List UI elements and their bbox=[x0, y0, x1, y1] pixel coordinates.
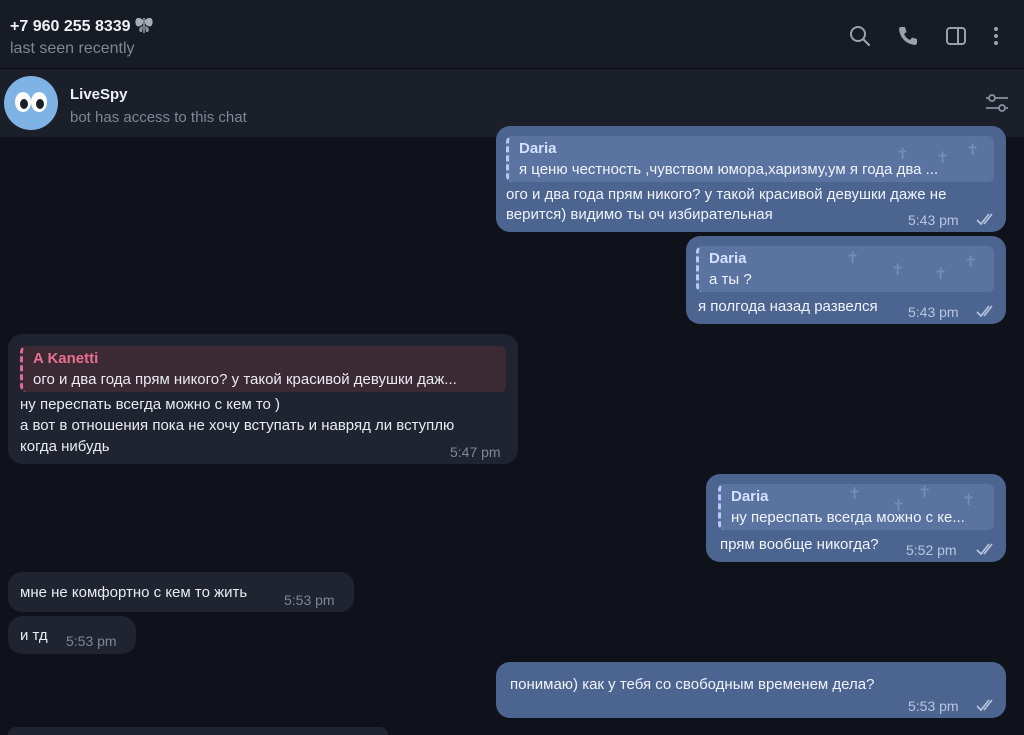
contact-name[interactable]: +7 960 255 8339 bbox=[10, 14, 155, 36]
message-bubble-incoming[interactable]: и тд 5:53 pm bbox=[8, 616, 136, 654]
cross-pattern-icon: ✝ bbox=[918, 484, 932, 501]
cross-pattern-icon: ✝ bbox=[846, 250, 860, 267]
reply-quote[interactable]: Daria а ты ? bbox=[696, 246, 994, 292]
butterfly-emoji-icon bbox=[134, 17, 153, 33]
message-time: 5:53 pm bbox=[66, 633, 117, 649]
message-time: 5:53 pm bbox=[908, 698, 959, 714]
message-bubble-incoming[interactable]: A Kanetti ого и два года прям никого? у … bbox=[8, 334, 518, 464]
double-check-icon bbox=[976, 213, 993, 226]
cross-pattern-icon: ✝ bbox=[848, 486, 862, 503]
double-check-icon bbox=[976, 305, 993, 318]
message-text: прям вообще никогда? bbox=[720, 536, 879, 553]
message-time: 5:52 pm bbox=[906, 542, 957, 558]
sidebar-toggle-icon[interactable] bbox=[944, 24, 968, 48]
more-icon[interactable] bbox=[984, 24, 1008, 48]
message-bubble-outgoing[interactable]: Daria а ты ? ✝ ✝ ✝ ✝ я полгода назад раз… bbox=[686, 236, 1006, 324]
message-text: ну переспать всегда можно с кем то ) bbox=[20, 396, 281, 413]
cross-pattern-icon: ✝ bbox=[892, 498, 906, 515]
cross-pattern-icon: ✝ bbox=[896, 146, 910, 163]
message-text: когда нибудь bbox=[20, 438, 110, 455]
message-time: 5:47 pm bbox=[450, 444, 501, 460]
contact-name-text: +7 960 255 8339 bbox=[10, 18, 131, 35]
reply-quote[interactable]: A Kanetti ого и два года прям никого? у … bbox=[20, 346, 506, 392]
double-check-icon bbox=[976, 543, 993, 556]
cross-pattern-icon: ✝ bbox=[962, 492, 976, 509]
cross-pattern-icon: ✝ bbox=[891, 262, 905, 279]
double-check-icon bbox=[976, 699, 993, 712]
message-bubble-incoming[interactable]: мне не комфортно с кем то жить 5:53 pm bbox=[8, 572, 354, 612]
reply-author: A Kanetti bbox=[33, 350, 99, 367]
cross-pattern-icon: ✝ bbox=[936, 150, 950, 167]
reply-quote[interactable]: Daria я ценю честность ,чувством юмора,х… bbox=[506, 136, 994, 182]
chat-header: +7 960 255 8339 last seen recently bbox=[0, 0, 1024, 69]
message-time: 5:43 pm bbox=[908, 304, 959, 320]
reply-text: я ценю честность ,чувством юмора,харизму… bbox=[519, 161, 939, 178]
cross-pattern-icon: ✝ bbox=[966, 142, 980, 159]
cross-pattern-icon: ✝ bbox=[934, 266, 948, 283]
message-time: 5:43 pm bbox=[908, 212, 959, 228]
bot-access-status: bot has access to this chat bbox=[70, 109, 247, 126]
message-bubble-incoming-partial[interactable] bbox=[8, 727, 388, 735]
reply-text: ну переспать всегда можно с ке... bbox=[731, 509, 965, 526]
bot-name[interactable]: LiveSpy bbox=[70, 86, 128, 103]
message-text: верится) видимо ты оч избирательная bbox=[506, 206, 773, 223]
message-text: и тд bbox=[20, 627, 48, 644]
eyes-icon bbox=[15, 92, 47, 112]
message-time: 5:53 pm bbox=[284, 592, 335, 608]
message-text: понимаю) как у тебя со свободным времене… bbox=[510, 676, 875, 693]
message-bubble-outgoing[interactable]: Daria ну переспать всегда можно с ке... … bbox=[706, 474, 1006, 562]
bot-avatar[interactable] bbox=[4, 76, 58, 130]
cross-pattern-icon: ✝ bbox=[964, 254, 978, 271]
reply-text: ого и два года прям никого? у такой крас… bbox=[33, 371, 457, 388]
message-text: ого и два года прям никого? у такой крас… bbox=[506, 186, 947, 203]
settings-sliders-icon[interactable] bbox=[984, 92, 1010, 114]
message-bubble-outgoing[interactable]: понимаю) как у тебя со свободным времене… bbox=[496, 662, 1006, 718]
message-bubble-outgoing[interactable]: Daria я ценю честность ,чувством юмора,х… bbox=[496, 126, 1006, 232]
contact-status: last seen recently bbox=[10, 40, 135, 57]
message-text: мне не комфортно с кем то жить bbox=[20, 584, 248, 601]
message-text: я полгода назад развелся bbox=[698, 298, 878, 315]
phone-icon[interactable] bbox=[896, 24, 920, 48]
reply-author: Daria bbox=[519, 140, 557, 157]
search-icon[interactable] bbox=[848, 24, 872, 48]
message-text: а вот в отношения пока не хочу вступать … bbox=[20, 417, 455, 434]
